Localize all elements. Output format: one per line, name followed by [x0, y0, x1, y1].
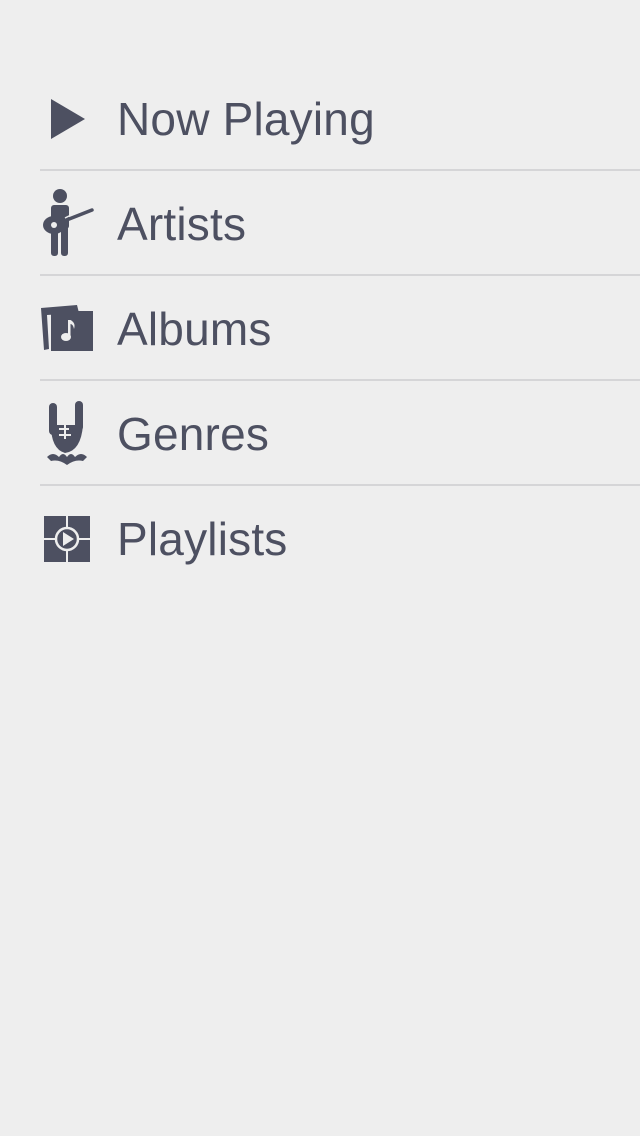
menu-item-label: Albums	[117, 302, 272, 355]
menu-item-label: Playlists	[117, 512, 288, 565]
albums-music-note-icon	[36, 293, 98, 365]
menu-item-label: Artists	[117, 197, 247, 250]
playlist-icon	[36, 503, 98, 575]
guitarist-icon	[36, 188, 98, 260]
menu-item-artists[interactable]: Artists	[0, 171, 640, 276]
menu-item-albums[interactable]: Albums	[0, 276, 640, 381]
menu-item-now-playing[interactable]: Now Playing	[0, 66, 640, 171]
play-icon	[36, 83, 98, 155]
rock-hand-icon	[36, 398, 98, 470]
main-menu: Now Playing Artists Albums Genres Playli…	[0, 66, 640, 591]
menu-item-label: Now Playing	[117, 92, 375, 145]
menu-item-genres[interactable]: Genres	[0, 381, 640, 486]
menu-item-playlists[interactable]: Playlists	[0, 486, 640, 591]
menu-item-label: Genres	[117, 407, 270, 460]
